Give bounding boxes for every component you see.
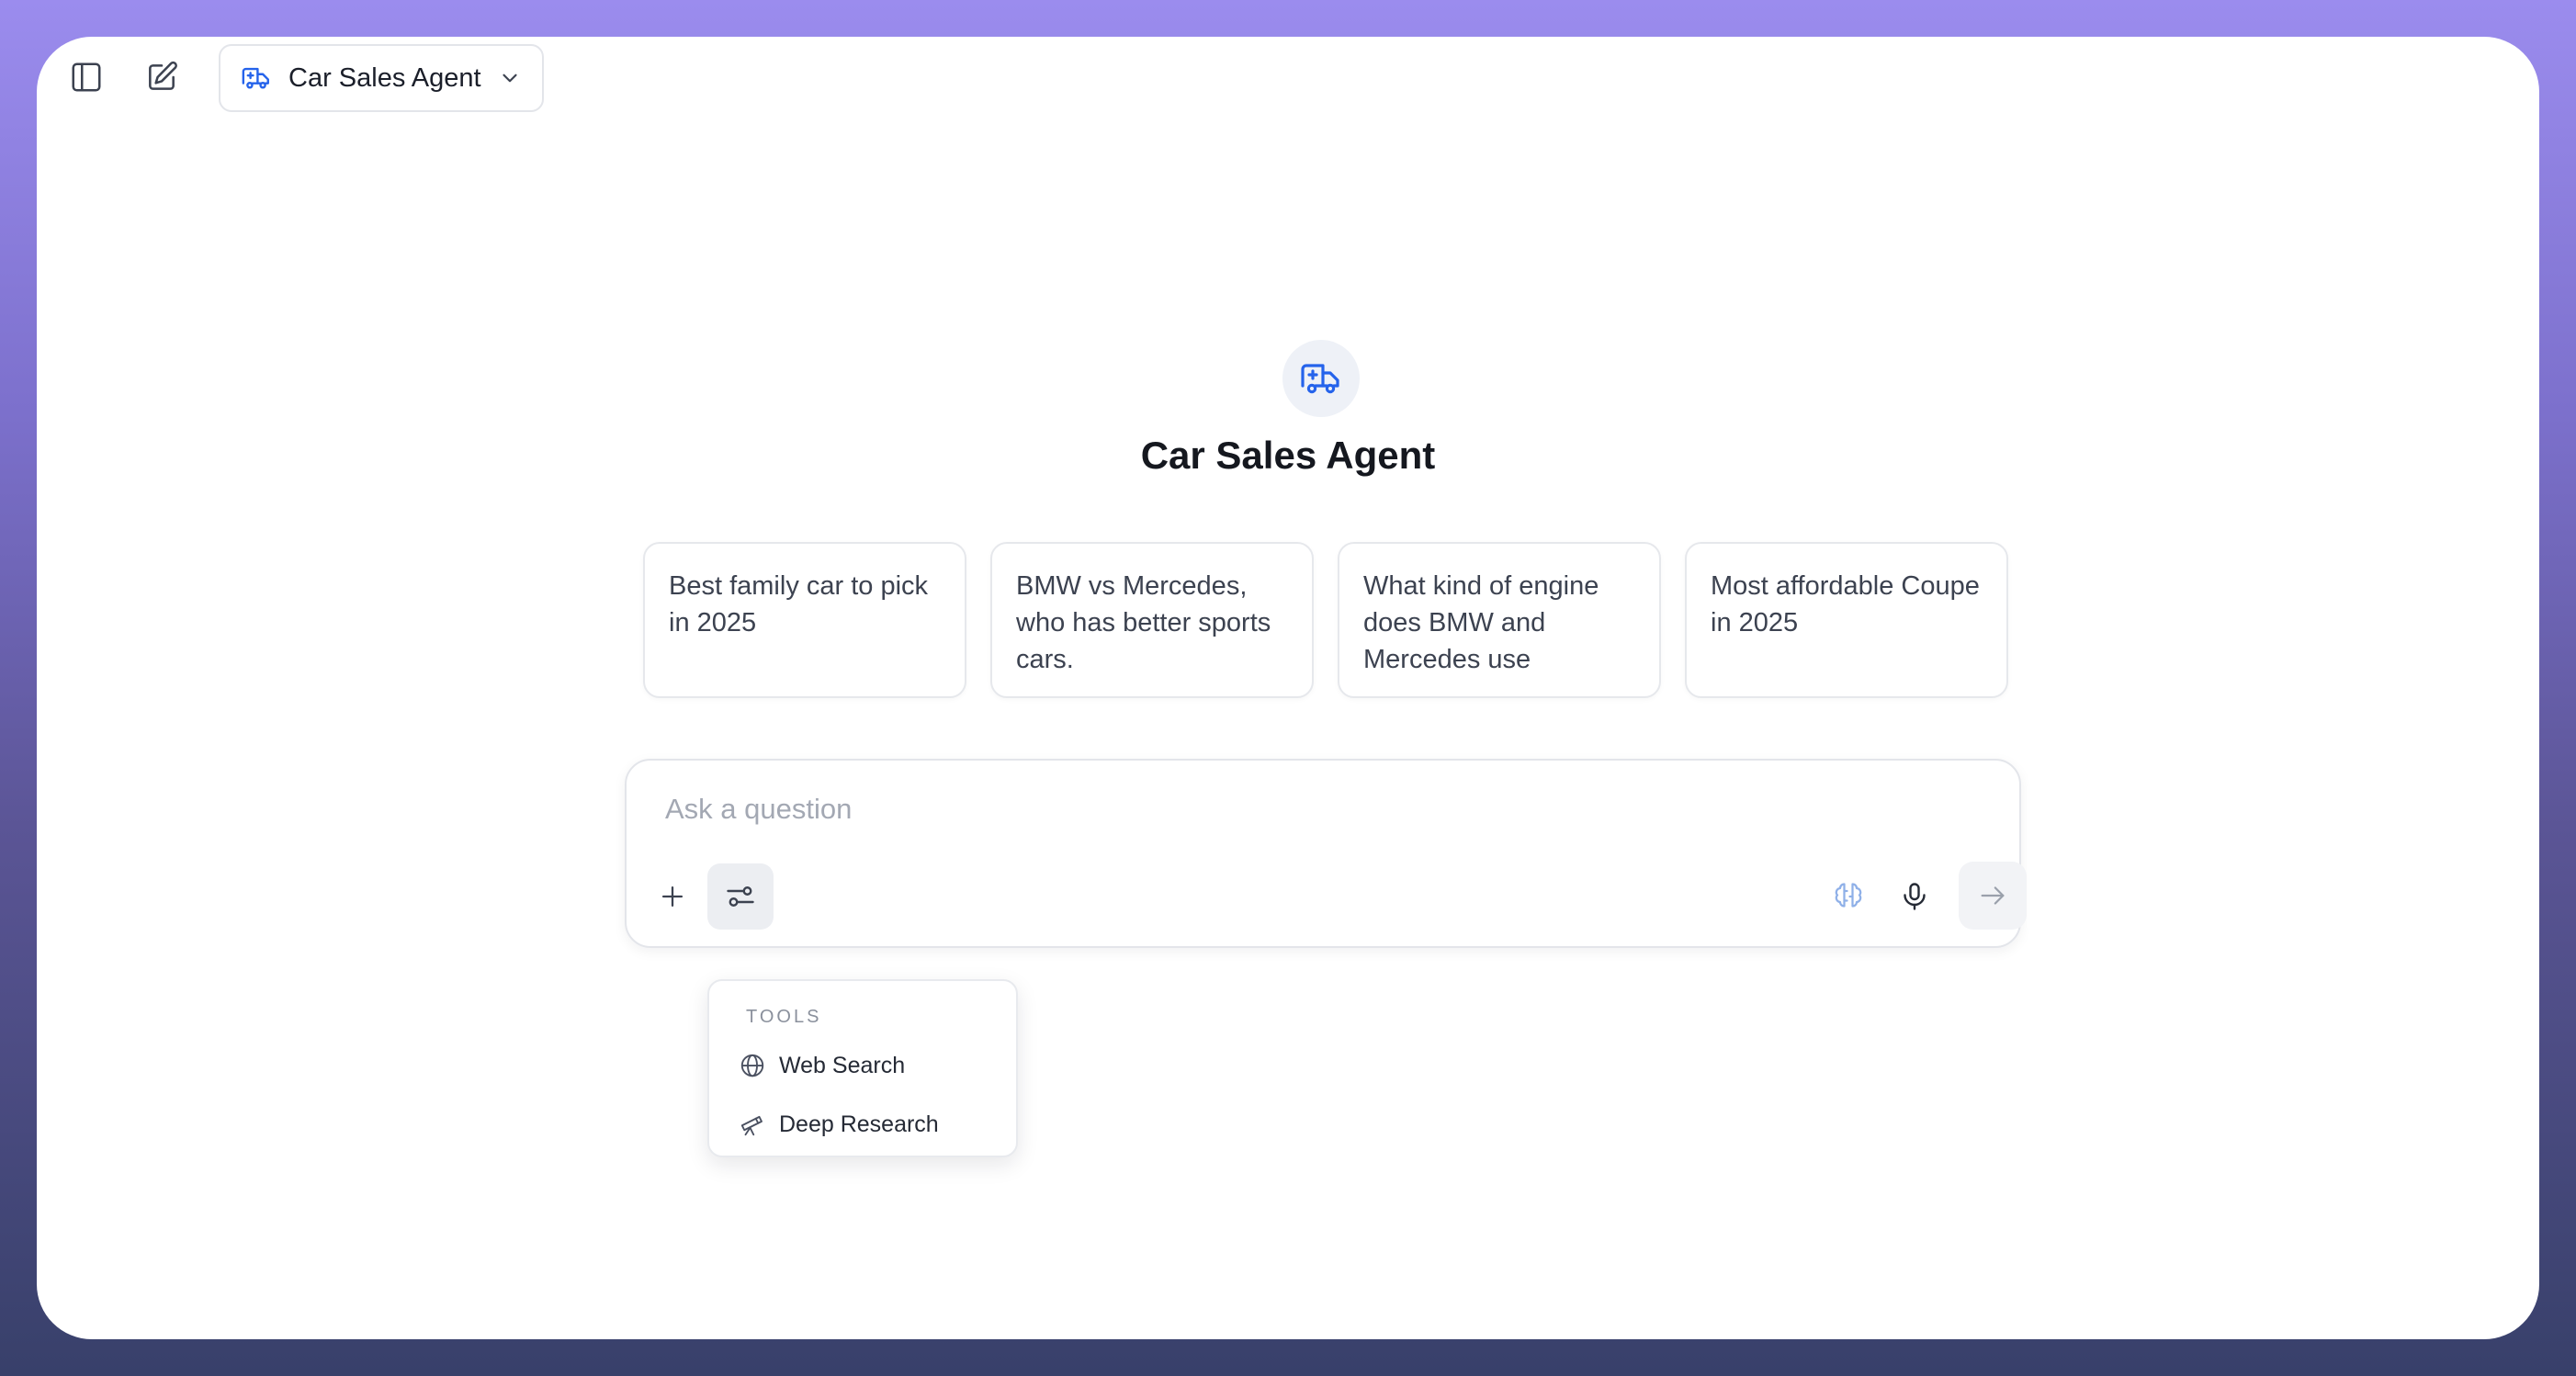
model-button[interactable] [1815,863,1881,930]
send-button[interactable] [1959,862,2027,930]
plus-icon [661,885,684,908]
menu-item-label: Web Search [779,1052,906,1078]
chevron-down-icon [502,73,517,83]
suggestion-card[interactable]: What kind of engine does BMW and Mercede… [1338,542,1661,698]
attach-button[interactable] [639,863,706,930]
agent-selector[interactable]: Car Sales Agent [219,44,544,112]
globe-icon [740,1054,764,1077]
voice-button[interactable] [1881,863,1948,930]
chat-composer [625,759,2027,948]
app-window: Car Sales Agent Car Sales Agent Best fam… [37,37,2539,1339]
arrow-right-icon [1981,886,2005,905]
agent-selector-label: Car Sales Agent [288,62,481,93]
ambulance-icon [242,67,269,89]
menu-item-deep-research[interactable]: Deep Research [722,1099,1005,1150]
brain-icon [1835,883,1862,908]
tools-menu: TOOLS Web Search Deep Research [707,979,1018,1157]
menu-item-label: Deep Research [779,1111,939,1137]
sliders-icon [727,886,754,907]
new-chat-button[interactable] [129,44,195,110]
suggestion-list: Best family car to pick in 2025 BMW vs M… [643,542,2008,698]
agent-avatar [1282,340,1360,417]
telescope-icon [740,1115,763,1136]
sidebar-panel-icon [72,62,101,92]
menu-item-web-search[interactable]: Web Search [722,1040,1005,1091]
suggestion-card[interactable]: BMW vs Mercedes, who has better sports c… [990,542,1314,698]
tools-button[interactable] [707,863,774,930]
sidebar-toggle-button[interactable] [53,44,119,110]
suggestion-card[interactable]: Most affordable Coupe in 2025 [1685,542,2008,698]
ambulance-icon [1301,364,1339,394]
edit-pencil-icon [149,61,177,90]
page-title: Car Sales Agent [1140,434,1436,477]
question-input[interactable] [663,792,1953,827]
suggestion-card[interactable]: Best family car to pick in 2025 [643,542,966,698]
microphone-icon [1904,883,1926,910]
tools-menu-heading: TOOLS [746,1007,822,1027]
